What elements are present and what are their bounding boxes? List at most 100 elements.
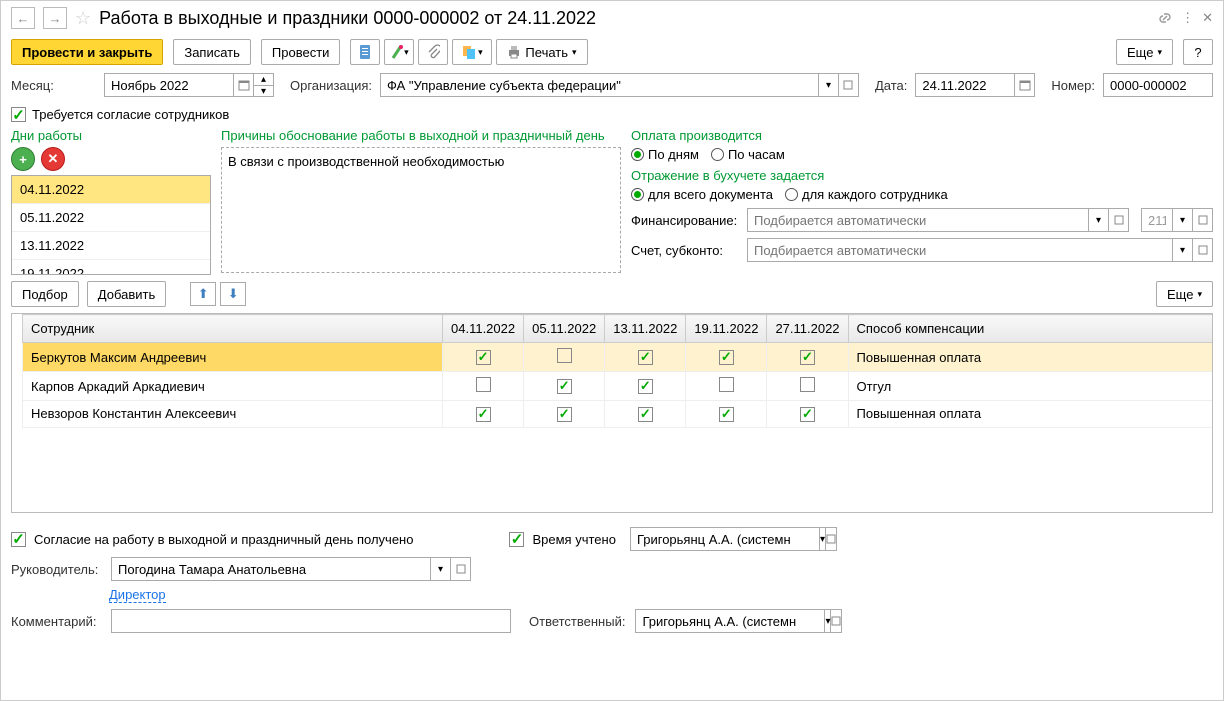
month-calendar-button[interactable] — [234, 73, 254, 97]
move-up-button[interactable]: ⬆ — [190, 282, 216, 306]
org-dropdown-button[interactable]: ▾ — [819, 73, 839, 97]
date-input[interactable] — [915, 73, 1015, 97]
org-open-button[interactable] — [839, 73, 859, 97]
account-open-button[interactable] — [1193, 238, 1213, 262]
day-checkbox[interactable]: ✓ — [800, 350, 815, 365]
manager-input[interactable] — [111, 557, 431, 581]
day-checkbox[interactable] — [719, 377, 734, 392]
account-input[interactable] — [747, 238, 1173, 262]
time-by-open-button[interactable] — [826, 527, 837, 551]
responsible-open-button[interactable] — [831, 609, 842, 633]
table-header[interactable]: 13.11.2022 — [605, 315, 686, 343]
month-down-button[interactable]: ▾ — [254, 85, 274, 97]
more-menu-icon[interactable]: ⋮ — [1181, 10, 1194, 26]
org-label: Организация: — [290, 78, 372, 93]
nav-forward-button[interactable]: → — [43, 7, 67, 29]
reason-textarea[interactable]: В связи с производственной необходимость… — [221, 147, 621, 273]
day-checkbox[interactable]: ✓ — [719, 407, 734, 422]
table-row[interactable]: Беркутов Максим Андреевич ✓ ✓ ✓ ✓ Повышенная … — [23, 343, 1214, 372]
table-row[interactable]: Невзоров Константин Алексеевич ✓ ✓ ✓ ✓ ✓ Повыш… — [23, 401, 1214, 428]
table-header[interactable]: 27.11.2022 — [767, 315, 848, 343]
add-day-button[interactable]: + — [11, 147, 35, 171]
day-item[interactable]: 04.11.2022 — [12, 176, 210, 204]
day-item[interactable]: 05.11.2022 — [12, 204, 210, 232]
payment-by-hours-radio[interactable] — [711, 148, 724, 161]
day-checkbox[interactable]: ✓ — [800, 407, 815, 422]
help-button[interactable]: ? — [1183, 39, 1213, 65]
page-title: Работа в выходные и праздники 0000-00000… — [99, 8, 596, 29]
accounting-per-employee-radio[interactable] — [785, 188, 798, 201]
employee-name-cell[interactable]: Невзоров Константин Алексеевич — [23, 401, 443, 428]
days-list[interactable]: 04.11.202205.11.202213.11.202219.11.2022 — [11, 175, 211, 275]
employees-table[interactable]: Сотрудник04.11.202205.11.202213.11.20221… — [22, 314, 1213, 428]
code-dropdown-button[interactable]: ▾ — [1173, 208, 1193, 232]
date-label: Дата: — [875, 78, 907, 93]
table-header[interactable]: 04.11.2022 — [443, 315, 524, 343]
day-checkbox[interactable]: ✓ — [638, 379, 653, 394]
month-input[interactable] — [104, 73, 234, 97]
attachment-button[interactable] — [418, 39, 448, 65]
create-based-on-button[interactable]: ▾ — [384, 39, 414, 65]
table-header[interactable]: 19.11.2022 — [686, 315, 767, 343]
table-header[interactable]: Способ компенсации — [848, 315, 1213, 343]
compensation-cell[interactable]: Повышенная оплата — [848, 401, 1213, 428]
table-more-button[interactable]: Еще ▾ — [1156, 281, 1213, 307]
date-calendar-button[interactable] — [1015, 73, 1035, 97]
table-header[interactable]: 05.11.2022 — [524, 315, 605, 343]
nav-back-button[interactable]: ← — [11, 7, 35, 29]
consent-received-checkbox[interactable]: ✓ — [11, 532, 26, 547]
manager-open-button[interactable] — [451, 557, 471, 581]
remove-day-button[interactable]: ✕ — [41, 147, 65, 171]
compensation-cell[interactable]: Повышенная оплата — [848, 343, 1213, 372]
day-checkbox[interactable]: ✓ — [557, 379, 572, 394]
comment-input[interactable] — [111, 609, 511, 633]
day-checkbox[interactable]: ✓ — [476, 407, 491, 422]
code-input[interactable] — [1141, 208, 1173, 232]
add-row-button[interactable]: Добавить — [87, 281, 166, 307]
close-icon[interactable]: ✕ — [1202, 10, 1213, 26]
position-link[interactable]: Директор — [109, 587, 166, 603]
payment-by-days-label: По дням — [648, 147, 699, 162]
account-dropdown-button[interactable]: ▾ — [1173, 238, 1193, 262]
post-button[interactable]: Провести — [261, 39, 341, 65]
compensation-cell[interactable]: Отгул — [848, 372, 1213, 401]
financing-input[interactable] — [747, 208, 1089, 232]
employee-name-cell[interactable]: Беркутов Максим Андреевич — [23, 343, 443, 372]
day-checkbox[interactable]: ✓ — [638, 407, 653, 422]
post-and-close-button[interactable]: Провести и закрыть — [11, 39, 163, 65]
day-checkbox[interactable] — [476, 377, 491, 392]
month-up-button[interactable]: ▴ — [254, 73, 274, 85]
employee-name-cell[interactable]: Карпов Аркадий Аркадиевич — [23, 372, 443, 401]
save-button[interactable]: Записать — [173, 39, 251, 65]
day-checkbox[interactable]: ✓ — [557, 407, 572, 422]
consent-required-checkbox[interactable]: ✓ — [11, 107, 26, 122]
time-accounted-checkbox[interactable]: ✓ — [509, 532, 524, 547]
day-checkbox[interactable]: ✓ — [638, 350, 653, 365]
day-checkbox[interactable]: ✓ — [476, 350, 491, 365]
link-icon[interactable] — [1157, 10, 1173, 26]
accounting-whole-doc-radio[interactable] — [631, 188, 644, 201]
move-down-button[interactable]: ⬇ — [220, 282, 246, 306]
number-input[interactable] — [1103, 73, 1213, 97]
org-input[interactable] — [380, 73, 819, 97]
financing-open-button[interactable] — [1109, 208, 1129, 232]
table-row[interactable]: Карпов Аркадий Аркадиевич ✓ ✓ Отгул — [23, 372, 1214, 401]
more-button[interactable]: Еще ▾ — [1116, 39, 1173, 65]
financing-dropdown-button[interactable]: ▾ — [1089, 208, 1109, 232]
responsible-input[interactable] — [635, 609, 825, 633]
table-header[interactable]: Сотрудник — [23, 315, 443, 343]
day-item[interactable]: 19.11.2022 — [12, 260, 210, 275]
related-docs-button[interactable]: ▾ — [452, 39, 492, 65]
favorite-icon[interactable]: ☆ — [75, 8, 91, 29]
payment-by-days-radio[interactable] — [631, 148, 644, 161]
document-icon-button[interactable] — [350, 39, 380, 65]
day-checkbox[interactable] — [800, 377, 815, 392]
day-checkbox[interactable] — [557, 348, 572, 363]
manager-dropdown-button[interactable]: ▾ — [431, 557, 451, 581]
pick-button[interactable]: Подбор — [11, 281, 79, 307]
time-by-input[interactable] — [630, 527, 820, 551]
print-button[interactable]: Печать ▾ — [496, 39, 587, 65]
day-item[interactable]: 13.11.2022 — [12, 232, 210, 260]
code-open-button[interactable] — [1193, 208, 1213, 232]
day-checkbox[interactable]: ✓ — [719, 350, 734, 365]
